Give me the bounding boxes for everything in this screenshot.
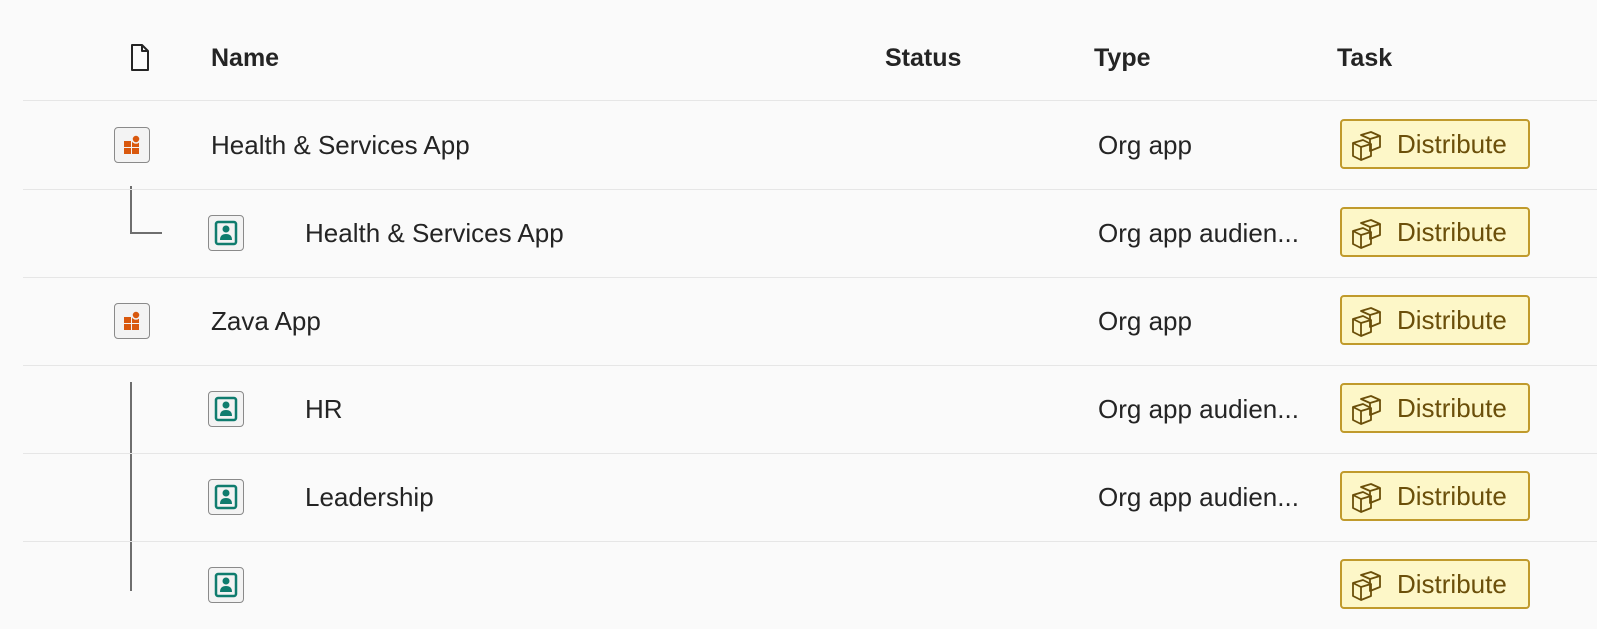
row-name[interactable]: Leadership — [305, 453, 434, 541]
file-icon — [131, 44, 149, 71]
distribute-label: Distribute — [1397, 393, 1507, 423]
audience-icon — [208, 479, 244, 515]
row-name[interactable]: Health & Services App — [211, 101, 470, 189]
table-row[interactable]: Zava App Org app Distribute — [23, 277, 1597, 366]
package-icon — [1352, 131, 1381, 161]
distribute-button[interactable]: Distribute — [1340, 383, 1530, 433]
audience-icon — [208, 567, 244, 603]
row-type: Org app — [1098, 130, 1192, 160]
distribute-label: Distribute — [1397, 569, 1507, 599]
package-icon — [1352, 395, 1381, 425]
distribute-label: Distribute — [1397, 129, 1507, 159]
row-name[interactable]: Health & Services App — [305, 189, 564, 277]
row-type — [1098, 541, 1318, 629]
package-icon — [1352, 483, 1381, 513]
row-type: Org app audien... — [1098, 482, 1299, 512]
column-header-status[interactable]: Status — [885, 44, 961, 73]
column-header-type[interactable]: Type — [1094, 44, 1151, 73]
distribute-button[interactable]: Distribute — [1340, 119, 1530, 169]
distribute-label: Distribute — [1397, 217, 1507, 247]
table-row[interactable]: Distribute — [23, 541, 1597, 629]
package-icon — [1352, 219, 1381, 249]
table-row[interactable]: Health & Services App Org app audien... … — [23, 189, 1597, 278]
row-type: Org app audien... — [1098, 218, 1299, 248]
org-app-icon — [114, 127, 150, 163]
table-header: Name Status Type Task — [23, 22, 1597, 101]
row-type: Org app audien... — [1098, 394, 1299, 424]
distribute-label: Distribute — [1397, 481, 1507, 511]
column-header-name[interactable]: Name — [211, 44, 279, 73]
package-icon — [1352, 307, 1381, 337]
row-name[interactable]: Zava App — [211, 277, 321, 365]
apps-table: Name Status Type Task Health & Services … — [0, 0, 1597, 609]
distribute-button[interactable]: Distribute — [1340, 471, 1530, 521]
distribute-button[interactable]: Distribute — [1340, 207, 1530, 257]
audience-icon — [208, 215, 244, 251]
audience-icon — [208, 391, 244, 427]
table-row[interactable]: Health & Services App Org app Distribute — [23, 101, 1597, 190]
distribute-button[interactable]: Distribute — [1340, 295, 1530, 345]
row-type: Org app — [1098, 306, 1192, 336]
column-header-task[interactable]: Task — [1337, 44, 1392, 73]
table-row[interactable]: Leadership Org app audien... Distribute — [23, 453, 1597, 542]
distribute-label: Distribute — [1397, 305, 1507, 335]
table-row[interactable]: HR Org app audien... Distribute — [23, 365, 1597, 454]
distribute-button[interactable]: Distribute — [1340, 559, 1530, 609]
row-name[interactable]: HR — [305, 365, 343, 453]
org-app-icon — [114, 303, 150, 339]
package-icon — [1352, 571, 1381, 601]
